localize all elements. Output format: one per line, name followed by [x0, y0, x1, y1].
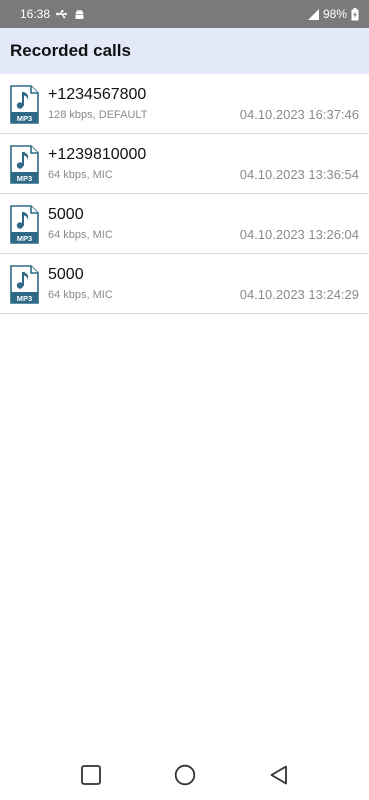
call-number: +1234567800 — [48, 86, 147, 103]
call-date: 04.10.2023 13:36:54 — [239, 167, 359, 182]
status-bar: 16:38 98% — [0, 0, 369, 28]
mp3-file-icon: MP3 — [10, 85, 39, 124]
page-title: Recorded calls — [10, 41, 131, 60]
mp3-label: MP3 — [17, 234, 32, 243]
call-list: MP3 +1234567800 128 kbps, DEFAULT 04.10.… — [0, 74, 369, 314]
call-number: 5000 — [48, 266, 84, 283]
mp3-label: MP3 — [17, 174, 32, 183]
call-date: 04.10.2023 16:37:46 — [239, 107, 359, 122]
call-meta: 64 kbps, MIC — [48, 229, 113, 241]
call-number: +1239810000 — [48, 146, 147, 163]
call-date: 04.10.2023 13:26:04 — [239, 227, 359, 242]
battery-level: 98% — [322, 7, 347, 21]
mp3-file-icon: MP3 — [10, 205, 39, 244]
navigation-bar — [0, 750, 369, 800]
status-right: 98% — [307, 7, 359, 21]
back-icon[interactable] — [268, 764, 290, 786]
call-date: 04.10.2023 13:24:29 — [239, 287, 359, 302]
call-meta: 64 kbps, MIC — [48, 289, 113, 301]
signal-icon — [307, 8, 319, 20]
call-list-item[interactable]: MP3 +1234567800 128 kbps, DEFAULT 04.10.… — [0, 74, 369, 134]
call-list-item[interactable]: MP3 5000 64 kbps, MIC 04.10.2023 13:26:0… — [0, 194, 369, 254]
mp3-file-icon: MP3 — [10, 145, 39, 184]
app-bar: Recorded calls — [0, 28, 369, 74]
mp3-file-icon: MP3 — [10, 265, 39, 304]
status-left: 16:38 — [20, 7, 85, 21]
mp3-label: MP3 — [17, 114, 32, 123]
usb-icon — [56, 9, 68, 19]
call-number: 5000 — [48, 206, 84, 223]
home-icon[interactable] — [174, 764, 196, 786]
call-meta: 128 kbps, DEFAULT — [48, 109, 148, 121]
call-meta: 64 kbps, MIC — [48, 169, 113, 181]
call-list-item[interactable]: MP3 5000 64 kbps, MIC 04.10.2023 13:24:2… — [0, 254, 369, 314]
screen: 16:38 98% Recorded calls MP3 +1234567800… — [0, 0, 369, 800]
recents-icon[interactable] — [80, 764, 102, 786]
android-debug-icon — [74, 9, 85, 20]
status-time: 16:38 — [20, 7, 51, 21]
battery-charging-icon — [351, 7, 359, 21]
mp3-label: MP3 — [17, 294, 32, 303]
call-list-item[interactable]: MP3 +1239810000 64 kbps, MIC 04.10.2023 … — [0, 134, 369, 194]
